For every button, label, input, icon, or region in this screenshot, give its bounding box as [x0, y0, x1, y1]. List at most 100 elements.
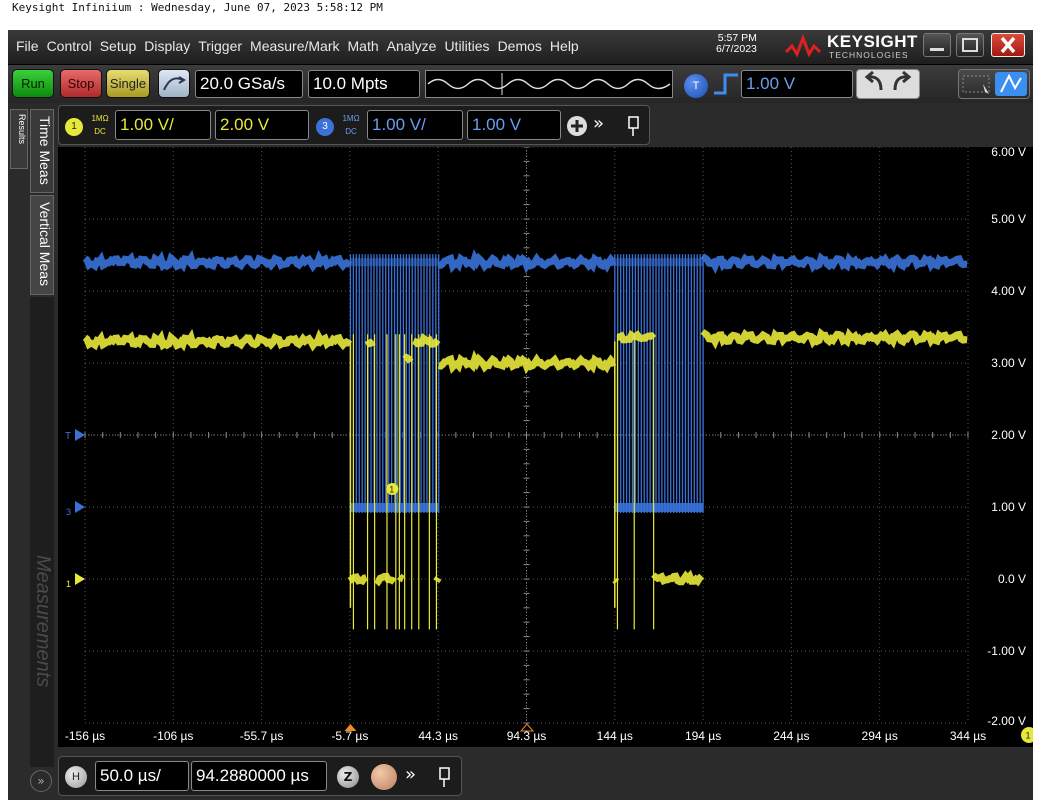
minimize-button[interactable] [923, 33, 951, 57]
y-axis-label: 6.00 V [991, 145, 1026, 159]
stop-button[interactable]: Stop [60, 69, 102, 98]
gating-button[interactable] [371, 764, 397, 790]
menu-trigger[interactable]: Trigger [194, 38, 246, 54]
memory-depth-field[interactable]: 10.0 Mpts [308, 70, 420, 98]
channel-3-burst-2-low-band [614, 503, 704, 512]
scope-display[interactable]: T 3 1 1 1 6.00 V 5.00 V 4.00 V 3.00 V 2.00 V 1.00… [58, 145, 1033, 747]
trigger-level-field[interactable]: 1.00 V [741, 70, 853, 98]
horizontal-position-field[interactable]: 94.2880000 µs [191, 761, 327, 791]
axis-badge-label: 1 [1026, 731, 1031, 741]
channel-3-trace [438, 249, 617, 274]
trigger-button[interactable]: T [684, 74, 708, 98]
window-title: Keysight Infiniium : Wednesday, June 07,… [12, 1, 383, 14]
channel-1-trace [402, 353, 414, 364]
channel-3-offset-field[interactable]: 1.00 V [467, 110, 561, 140]
y-axis-label: 5.00 V [991, 212, 1026, 226]
menu-setup[interactable]: Setup [96, 38, 141, 54]
channel-3-ground-marker [75, 501, 85, 513]
horizontal-bar: H 50.0 µs/ 94.2880000 µs Z » [58, 756, 462, 796]
undo-redo-icons [864, 70, 912, 91]
channel-1-trace [364, 338, 376, 348]
x-axis-label: -156 µs [64, 729, 106, 743]
menu-utilities[interactable]: Utilities [440, 38, 493, 54]
waveform-overview[interactable] [425, 70, 673, 98]
menu-demos[interactable]: Demos [494, 38, 546, 54]
x-axis-label: 194 µs [684, 729, 722, 743]
sidebar: Results Time Meas Vertical Meas Measurem… [8, 105, 58, 800]
run-button[interactable]: Run [12, 69, 54, 98]
close-button[interactable] [991, 33, 1025, 57]
toolbar: Run Stop Single 20.0 GSa/s 10.0 Mpts T 1… [8, 65, 1033, 103]
y-axis-label: -2.00 V [987, 714, 1026, 728]
measurements-label: Measurements [32, 555, 54, 688]
keysight-logo-icon [784, 33, 822, 58]
channel-3-trace [82, 249, 353, 273]
channel-1-trace [82, 328, 353, 352]
undo-redo-group [856, 69, 920, 99]
channel-1-trace [612, 577, 620, 585]
results-tab[interactable]: Results [10, 109, 28, 169]
x-axis-label: 44.3 µs [418, 729, 458, 743]
channel-1-coupling[interactable]: 1MΩ DC [89, 112, 111, 138]
touch-mode-group [958, 69, 1030, 99]
channel-3-burst-1-high-band [350, 258, 439, 267]
autoscale-icon [163, 76, 186, 91]
menu-bar: File Control Setup Display Trigger Measu… [8, 30, 1033, 65]
channel-1-impedance: 1MΩ [91, 114, 109, 123]
horizontal-expand-chevron-icon[interactable]: » [405, 764, 416, 785]
brand-name: KEYSIGHT [827, 32, 918, 51]
channel-1-scale-field[interactable]: 1.00 V/ [115, 110, 211, 140]
zoom-button[interactable]: Z [337, 766, 359, 788]
minimize-icon [930, 48, 944, 51]
channel-1-ground-marker [75, 573, 85, 585]
channel-3-scale-field[interactable]: 1.00 V/ [367, 110, 463, 140]
menu-file[interactable]: File [12, 38, 43, 54]
maximize-button[interactable] [956, 33, 984, 57]
single-button[interactable]: Single [106, 69, 150, 98]
autoscale-button[interactable] [158, 69, 190, 98]
expand-panel-button[interactable]: » [30, 770, 52, 792]
y-axis-label: 1.00 V [991, 500, 1026, 514]
channel-3-marker-label: 3 [66, 507, 71, 517]
menu-analyze[interactable]: Analyze [383, 38, 441, 54]
menu-control[interactable]: Control [43, 38, 96, 54]
vertical-meas-tab[interactable]: Vertical Meas [30, 195, 54, 295]
x-axis-label: 244 µs [773, 729, 810, 743]
y-axis-label: -1.00 V [987, 644, 1026, 658]
channel-1-badge[interactable]: 1 [65, 118, 83, 136]
pin-icon[interactable] [626, 114, 642, 138]
brand-sub: TECHNOLOGIES [829, 50, 909, 60]
close-icon [1000, 36, 1016, 54]
expand-chevron-icon[interactable]: » [593, 113, 604, 134]
y-axis-label: 3.00 V [991, 356, 1026, 370]
waveform-plot[interactable]: T 3 1 1 1 [58, 147, 1033, 747]
time-meas-tab[interactable]: Time Meas [30, 109, 54, 193]
channel-1-trace-badge-label: 1 [389, 485, 394, 495]
channel-3-burst-2-high-band [614, 258, 704, 267]
x-axis-label: 294 µs [861, 729, 898, 743]
horizontal-pin-icon[interactable] [437, 765, 453, 789]
channel-1-trace [651, 569, 705, 587]
trigger-level-marker [75, 429, 85, 441]
channel-1-coupling-mode: DC [94, 127, 106, 136]
horizontal-scale-field[interactable]: 50.0 µs/ [95, 761, 189, 791]
menu-help[interactable]: Help [546, 38, 583, 54]
add-channel-icon[interactable] [566, 115, 588, 137]
x-axis-label: -5.7 µs [331, 729, 369, 743]
x-axis-label: 94.3 µs [506, 729, 547, 743]
channel-1-trace [438, 349, 617, 375]
channel-3-badge[interactable]: 3 [316, 118, 334, 136]
oscilloscope-app: File Control Setup Display Trigger Measu… [8, 30, 1033, 800]
channel-3-coupling[interactable]: 1MΩ DC [340, 112, 362, 138]
horizontal-badge[interactable]: H [65, 766, 87, 788]
sample-rate-field[interactable]: 20.0 GSa/s [195, 70, 303, 98]
channel-3-burst-1-low-band [350, 503, 439, 512]
channel-1-trace [347, 573, 368, 586]
channel-1-offset-field[interactable]: 2.00 V [215, 110, 309, 140]
menu-measure-mark[interactable]: Measure/Mark [246, 38, 343, 54]
channel-1-trace [700, 327, 968, 350]
trigger-edge-icon[interactable] [711, 69, 741, 99]
menu-math[interactable]: Math [344, 38, 383, 54]
menu-display[interactable]: Display [140, 38, 194, 54]
clock-date: 6/7/2023 [716, 43, 757, 55]
